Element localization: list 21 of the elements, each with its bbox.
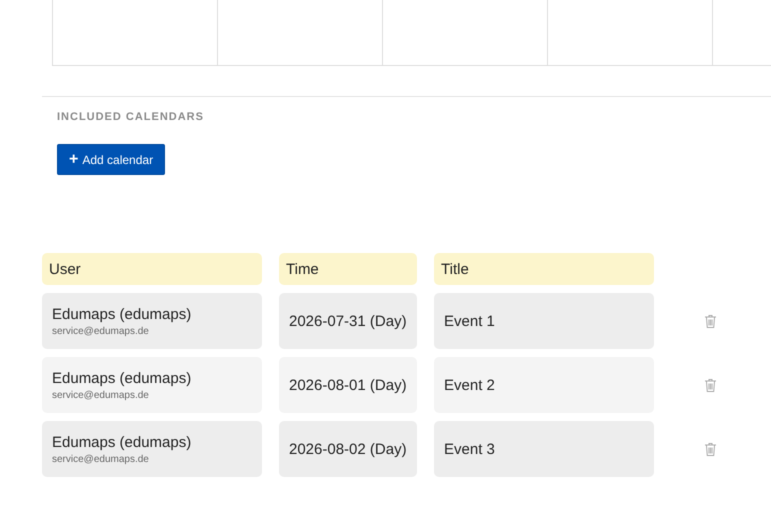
time-cell: 2026-07-31 (Day)	[279, 293, 417, 349]
add-calendar-button[interactable]: + Add calendar	[57, 144, 166, 175]
time-cell: 2026-08-01 (Day)	[279, 357, 417, 413]
column-header: Title	[434, 253, 654, 285]
user-email: service@edumaps.de	[52, 390, 150, 400]
user-name: Edumaps (edumaps)	[52, 370, 192, 386]
user-email: service@edumaps.de	[52, 454, 150, 464]
title-cell: Event 2	[434, 357, 654, 413]
user-name: Edumaps (edumaps)	[52, 434, 192, 450]
trash-icon[interactable]	[704, 378, 716, 392]
plus-icon: +	[69, 152, 78, 168]
column-header: Time	[279, 253, 417, 285]
title-cell: Event 1	[434, 293, 654, 349]
trash-icon[interactable]	[704, 442, 716, 456]
title-cell: Event 3	[434, 421, 654, 477]
user-name: Edumaps (edumaps)	[52, 306, 192, 322]
time-cell: 2026-08-02 (Day)	[279, 421, 417, 477]
trash-icon[interactable]	[704, 314, 716, 328]
user-email: service@edumaps.de	[52, 326, 150, 336]
section-heading: INCLUDED CALENDARS	[57, 111, 205, 123]
column-header: User	[42, 253, 262, 285]
